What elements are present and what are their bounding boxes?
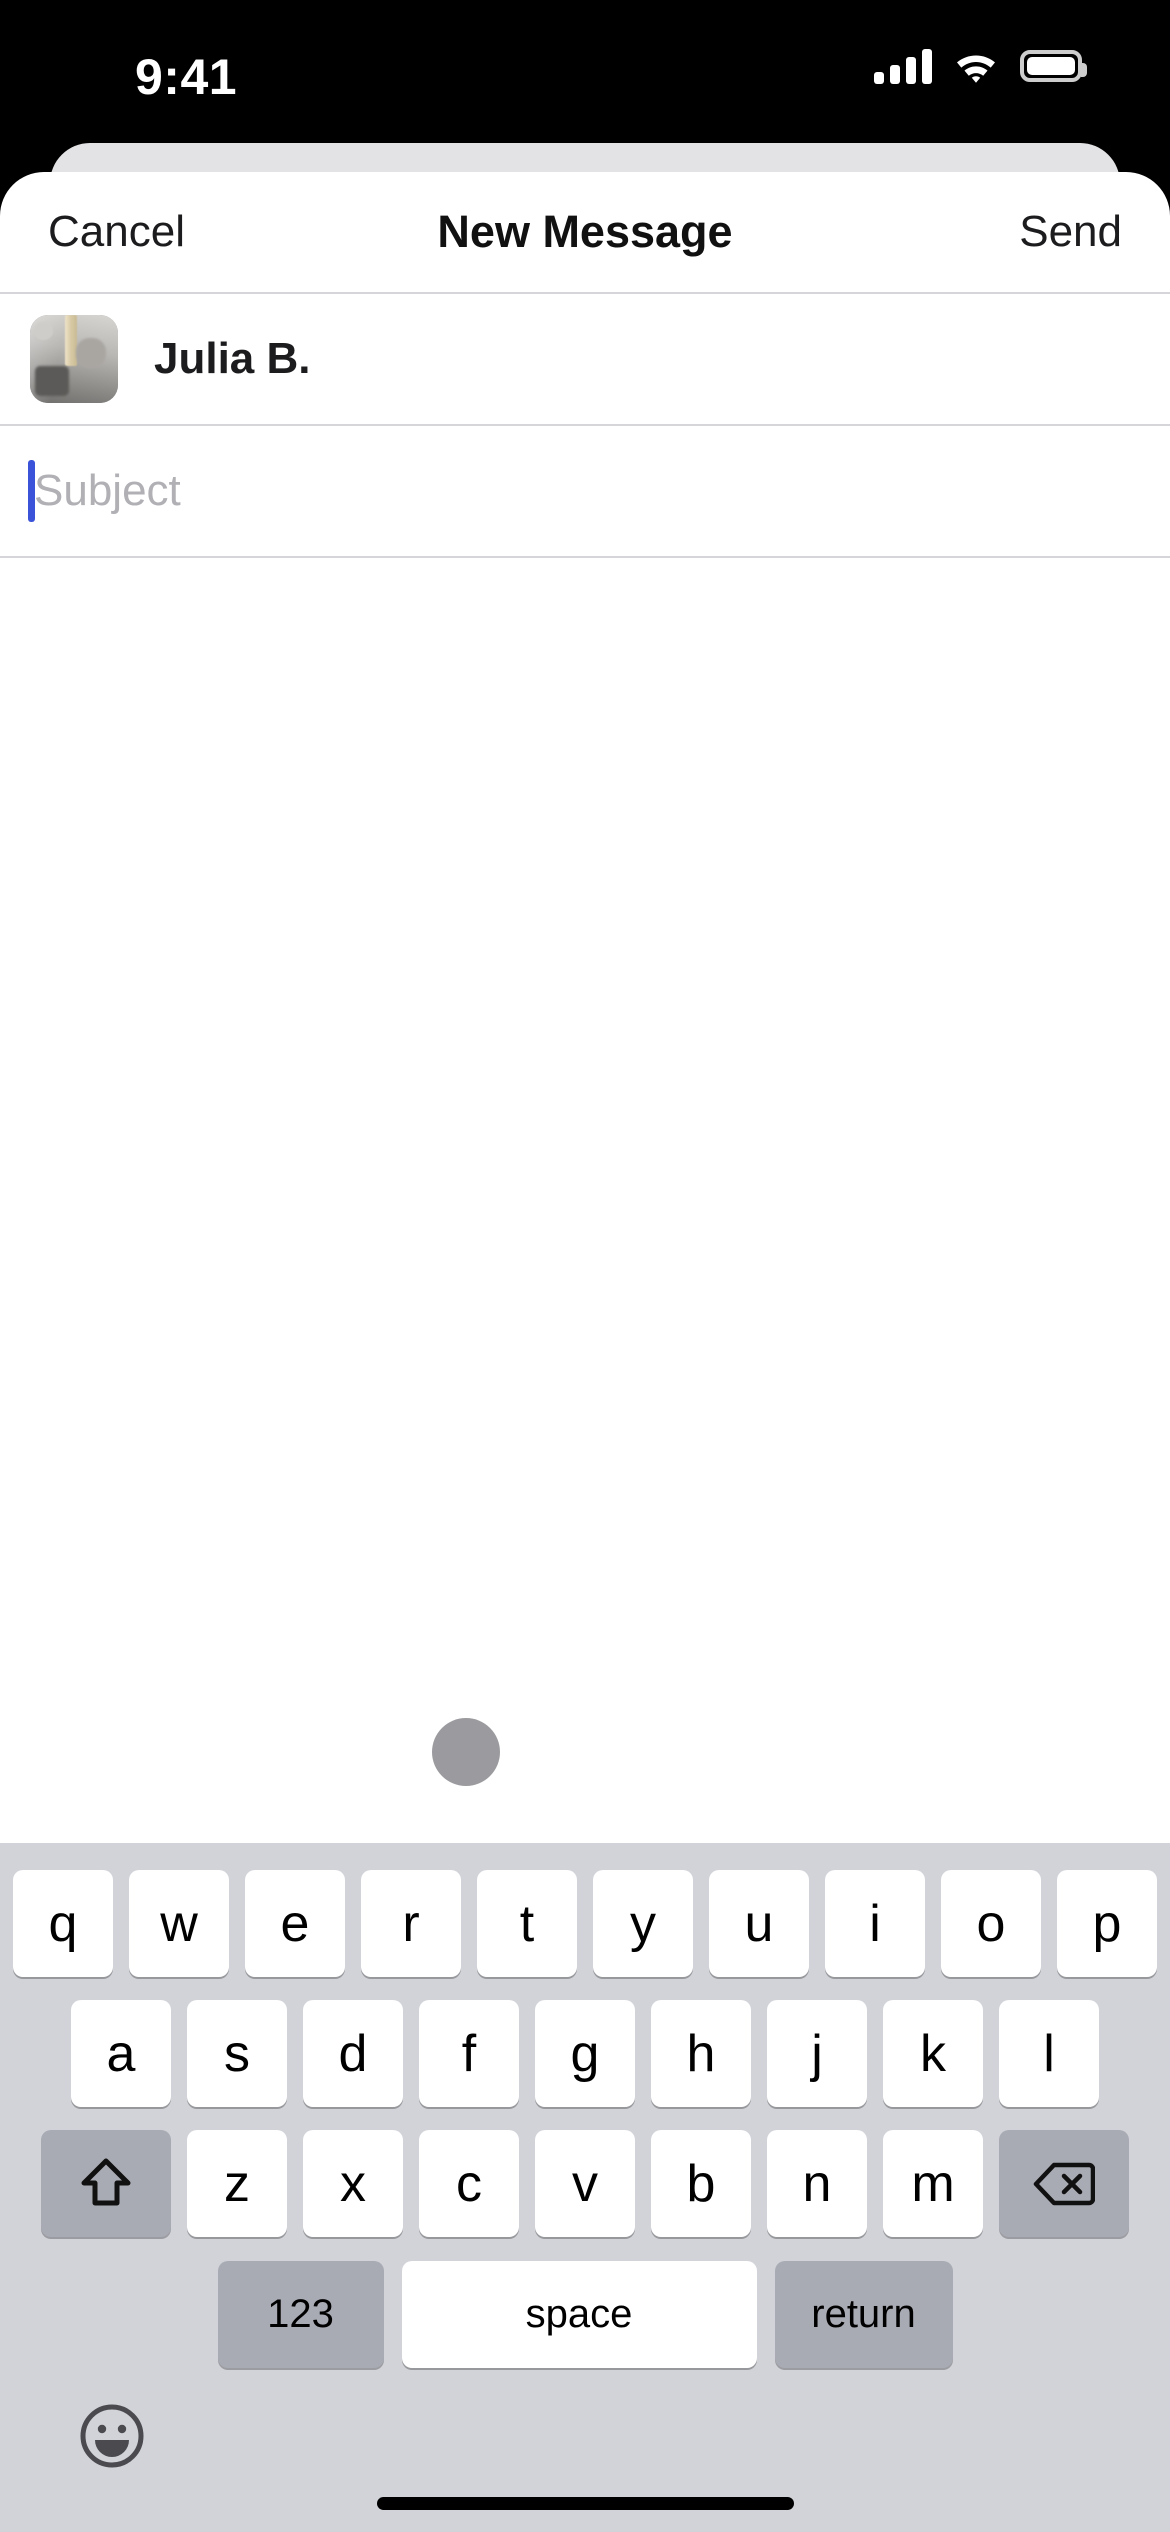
keyboard: q w e r t y u i o p a s d f g h j k l z … [0,1843,1170,2532]
key-c[interactable]: c [419,2130,519,2237]
keyboard-row-1: q w e r t y u i o p [0,1870,1170,1977]
status-bar: 9:41 [0,0,1170,143]
iphone-screen: 9:41 Cancel New Message Send Julia B. Su… [0,0,1170,2532]
key-u[interactable]: u [709,1870,809,1977]
shift-key[interactable] [41,2130,171,2237]
nav-bar: Cancel New Message Send [0,172,1170,292]
touch-indicator-dot [432,1718,500,1786]
wifi-icon [954,49,998,83]
key-p[interactable]: p [1057,1870,1157,1977]
key-i[interactable]: i [825,1870,925,1977]
avatar [30,315,118,403]
key-j[interactable]: j [767,2000,867,2107]
key-o[interactable]: o [941,1870,1041,1977]
key-z[interactable]: z [187,2130,287,2237]
key-g[interactable]: g [535,2000,635,2107]
key-l[interactable]: l [999,2000,1099,2107]
battery-icon [1020,50,1087,82]
backspace-delete-icon [1033,2162,1095,2205]
key-v[interactable]: v [535,2130,635,2237]
key-n[interactable]: n [767,2130,867,2237]
key-q[interactable]: q [13,1870,113,1977]
home-indicator [377,2497,794,2510]
emoji-key[interactable] [78,2402,146,2470]
delete-key[interactable] [999,2130,1129,2237]
shift-arrow-icon [81,2158,131,2205]
key-s[interactable]: s [187,2000,287,2107]
keyboard-row-3: z x c v b n m [0,2130,1170,2237]
key-r[interactable]: r [361,1870,461,1977]
keyboard-row-2: a s d f g h j k l [0,2000,1170,2107]
status-bar-icons [874,48,1087,84]
status-bar-time: 9:41 [135,49,238,105]
key-a[interactable]: a [71,2000,171,2107]
cellular-signal-icon [874,48,932,84]
space-key[interactable]: space [401,2261,757,2368]
key-h[interactable]: h [651,2000,751,2107]
return-key[interactable]: return [774,2261,953,2368]
recipient-row[interactable]: Julia B. [0,294,1170,424]
emoji-smiley-icon [80,2404,144,2468]
key-k[interactable]: k [883,2000,983,2107]
cancel-button[interactable]: Cancel [48,207,185,257]
key-y[interactable]: y [593,1870,693,1977]
subject-input[interactable]: Subject [34,466,181,516]
key-b[interactable]: b [651,2130,751,2237]
key-f[interactable]: f [419,2000,519,2107]
send-button[interactable]: Send [1019,207,1122,257]
keyboard-bottom-row [0,2402,1170,2470]
numbers-key[interactable]: 123 [217,2261,384,2368]
message-body[interactable] [0,558,1170,1786]
key-m[interactable]: m [883,2130,983,2237]
key-d[interactable]: d [303,2000,403,2107]
key-t[interactable]: t [477,1870,577,1977]
keyboard-row-4: 123 space return [0,2261,1170,2368]
key-w[interactable]: w [129,1870,229,1977]
key-e[interactable]: e [245,1870,345,1977]
subject-row[interactable]: Subject [0,426,1170,556]
key-x[interactable]: x [303,2130,403,2237]
recipient-name: Julia B. [154,334,311,383]
